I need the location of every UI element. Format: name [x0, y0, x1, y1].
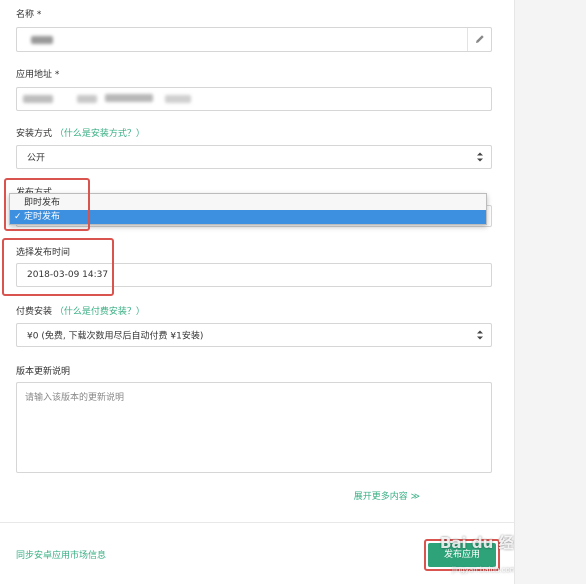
highlight-box-publish-method	[4, 178, 90, 231]
install-method-help-link[interactable]: （什么是安装方式？）	[55, 129, 145, 139]
sync-android-market-link[interactable]: 同步安卓应用市场信息	[16, 548, 106, 561]
edit-name-button[interactable]	[467, 28, 491, 51]
name-input[interactable]	[16, 27, 492, 52]
blurred-url-part	[77, 95, 97, 103]
footer-divider	[0, 522, 514, 523]
install-method-label: 安装方式 （什么是安装方式？）	[16, 126, 145, 139]
paid-install-help-link[interactable]: （什么是付费安装？）	[55, 307, 145, 317]
name-label: 名称 *	[16, 10, 42, 20]
paid-install-label: 付费安装 （什么是付费安装？）	[16, 304, 145, 317]
app-url-label: 应用地址 *	[16, 70, 60, 80]
blurred-url-part	[165, 95, 191, 103]
pencil-icon	[476, 35, 484, 43]
install-method-value: 公开	[27, 153, 46, 164]
select-arrows-icon	[477, 152, 483, 162]
publish-form-panel: 名称 * 应用地址 * 安装方式 （什么是安装方式？） 公开 发布方式 选择发布…	[0, 0, 529, 584]
paid-install-value: ¥0 (免费, 下载次数用尽后自动付费 ¥1安装)	[27, 331, 204, 342]
paid-install-label-text: 付费安装	[16, 307, 53, 317]
blurred-url-part	[105, 94, 153, 102]
release-notes-label: 版本更新说明	[16, 367, 71, 377]
blurred-url-part	[23, 95, 53, 103]
highlight-box-publish-time	[2, 238, 114, 296]
install-method-select[interactable]: 公开	[16, 145, 492, 169]
release-notes-textarea[interactable]	[16, 382, 492, 473]
baidu-watermark-url: jingyan.baidu.com	[452, 566, 517, 574]
app-url-input[interactable]	[16, 87, 492, 111]
right-gutter	[514, 0, 586, 584]
blurred-name-value	[31, 36, 53, 44]
expand-more-link[interactable]: 展开更多内容 ≫	[354, 489, 420, 502]
select-arrows-icon	[477, 330, 483, 340]
install-method-label-text: 安装方式	[16, 129, 53, 139]
paid-install-select[interactable]: ¥0 (免费, 下载次数用尽后自动付费 ¥1安装)	[16, 323, 492, 347]
